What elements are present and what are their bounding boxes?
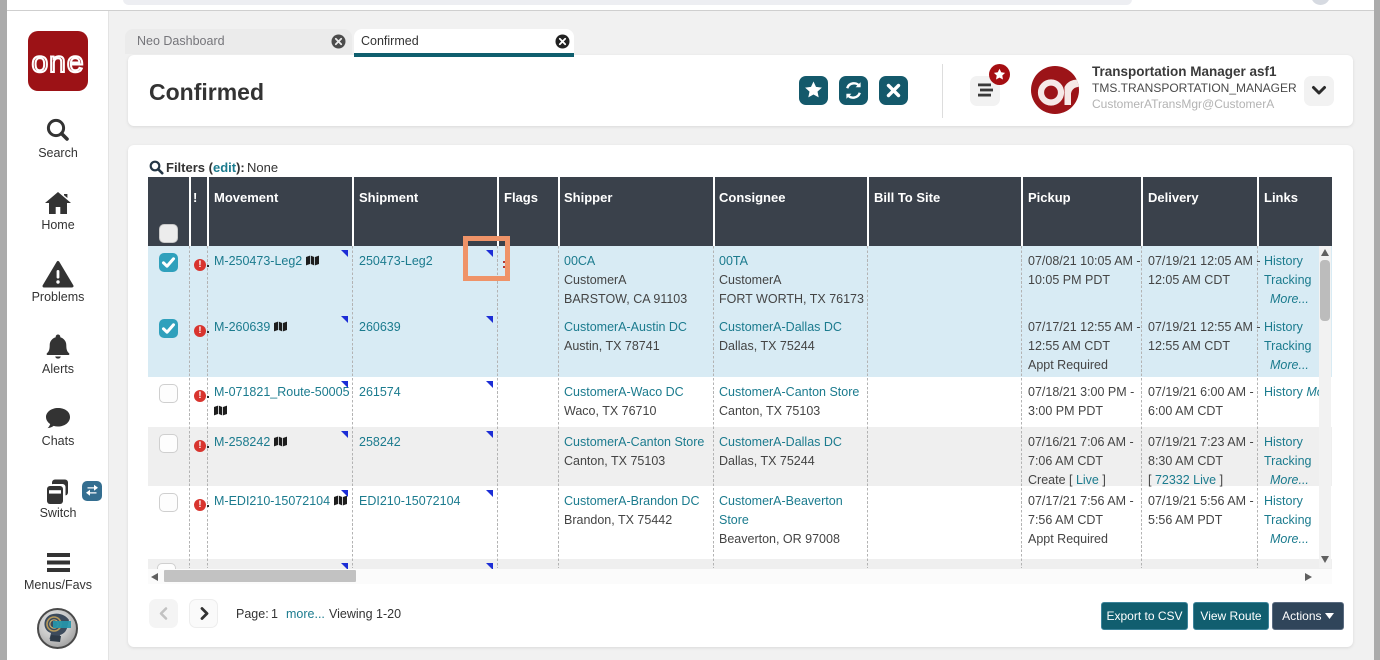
svg-text:one: one [31, 46, 84, 79]
